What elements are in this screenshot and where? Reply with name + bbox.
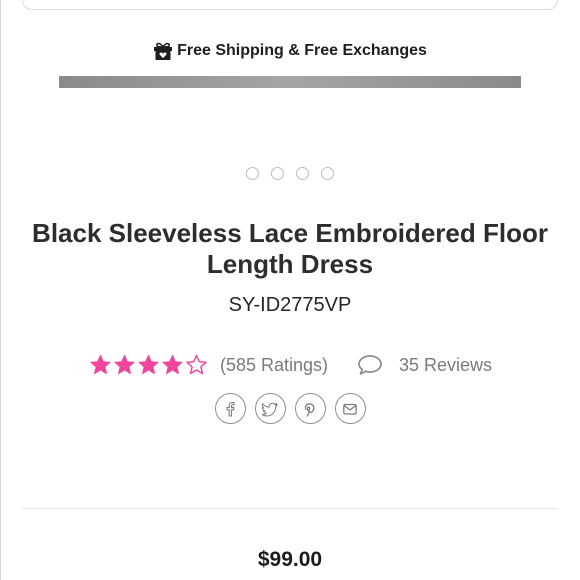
left-border — [0, 0, 1, 580]
share-buttons — [0, 393, 580, 425]
facebook-icon — [226, 401, 235, 417]
reviews-count-link[interactable]: 35 Reviews — [399, 355, 492, 376]
star-filled-icon — [138, 354, 159, 375]
promo-text: Free Shipping & Free Exchanges — [177, 42, 427, 59]
comment-icon[interactable] — [357, 354, 383, 376]
email-icon — [343, 403, 357, 415]
twitter-icon — [262, 402, 278, 416]
star-empty-icon — [186, 354, 207, 375]
carousel-dot[interactable] — [246, 167, 259, 180]
star-filled-icon — [114, 354, 135, 375]
twitter-share-button[interactable] — [254, 393, 286, 424]
top-card-edge — [22, 0, 558, 10]
gift-box-icon — [153, 41, 173, 61]
carousel-dots — [0, 167, 580, 185]
carousel-dot[interactable] — [321, 167, 334, 180]
carousel-dot[interactable] — [271, 167, 284, 180]
product-title: Black Sleeveless Lace Embroidered Floor … — [32, 218, 548, 279]
promo-progress-bar — [59, 76, 521, 88]
pinterest-icon — [304, 402, 315, 417]
rating-stars[interactable] — [89, 353, 208, 379]
star-filled-icon — [162, 354, 183, 375]
carousel-dot[interactable] — [296, 167, 309, 180]
section-divider — [22, 508, 558, 509]
promo-banner: Free Shipping & Free Exchanges — [0, 38, 580, 64]
pinterest-share-button[interactable] — [294, 393, 326, 424]
email-share-button[interactable] — [334, 393, 366, 424]
facebook-share-button[interactable] — [214, 393, 246, 424]
product-price: $99.00 — [257, 548, 323, 571]
star-filled-icon — [90, 354, 111, 375]
ratings-count-link[interactable]: (585 Ratings) — [220, 355, 328, 376]
product-sku: SY-ID2775VP — [228, 294, 352, 316]
